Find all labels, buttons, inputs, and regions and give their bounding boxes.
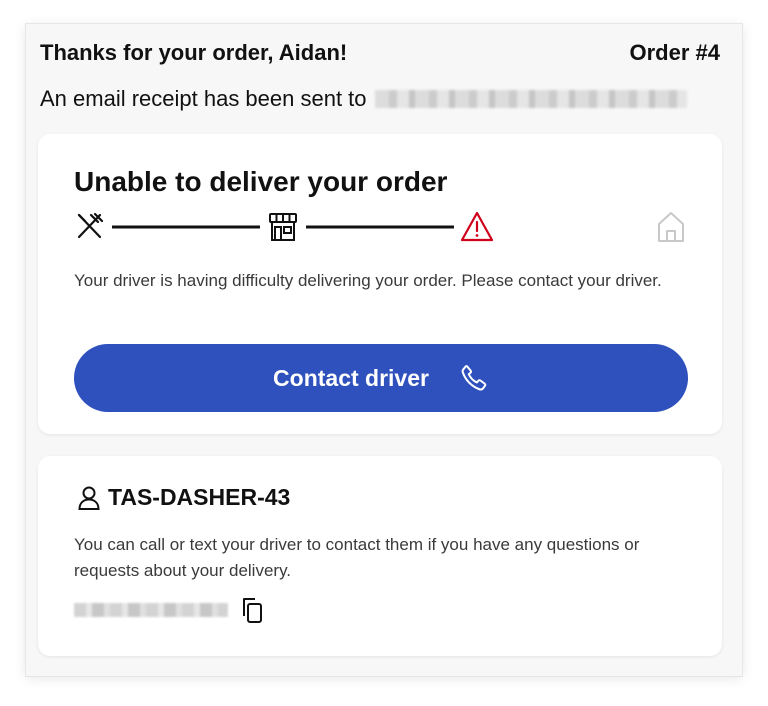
- driver-header: TAS-DASHER-43: [78, 484, 290, 511]
- delivery-status-card: Unable to deliver your order Your driver…: [38, 134, 722, 434]
- person-icon: [78, 486, 100, 510]
- driver-name: TAS-DASHER-43: [108, 484, 291, 510]
- receipt-text: An email receipt has been sent to: [40, 86, 367, 111]
- order-number: Order #4: [629, 40, 721, 65]
- status-message: Your driver is having difficulty deliver…: [74, 271, 662, 290]
- order-confirmation-panel: Thanks for your order, Aidan! Order #4 A…: [26, 24, 742, 676]
- utensils-icon: [77, 212, 104, 239]
- driver-phone-row: [74, 596, 264, 624]
- header: Thanks for your order, Aidan! Order #4: [40, 40, 720, 66]
- store-icon: [269, 213, 297, 241]
- home-icon: [658, 212, 684, 242]
- email-receipt-line: An email receipt has been sent to: [40, 86, 687, 112]
- redacted-phone-number: [74, 603, 228, 617]
- warning-icon: [460, 211, 494, 242]
- redacted-email: [374, 90, 687, 108]
- delivery-progress-tracker: [74, 206, 688, 246]
- status-title: Unable to deliver your order: [74, 166, 448, 197]
- thanks-heading: Thanks for your order, Aidan!: [40, 40, 348, 65]
- phone-icon: [459, 363, 489, 393]
- driver-contact-info: You can call or text your driver to cont…: [74, 535, 640, 580]
- copy-icon[interactable]: [240, 596, 264, 624]
- driver-info-card: TAS-DASHER-43 You can call or text your …: [38, 456, 722, 656]
- contact-driver-label: Contact driver: [273, 364, 429, 391]
- contact-driver-button[interactable]: Contact driver: [74, 344, 688, 412]
